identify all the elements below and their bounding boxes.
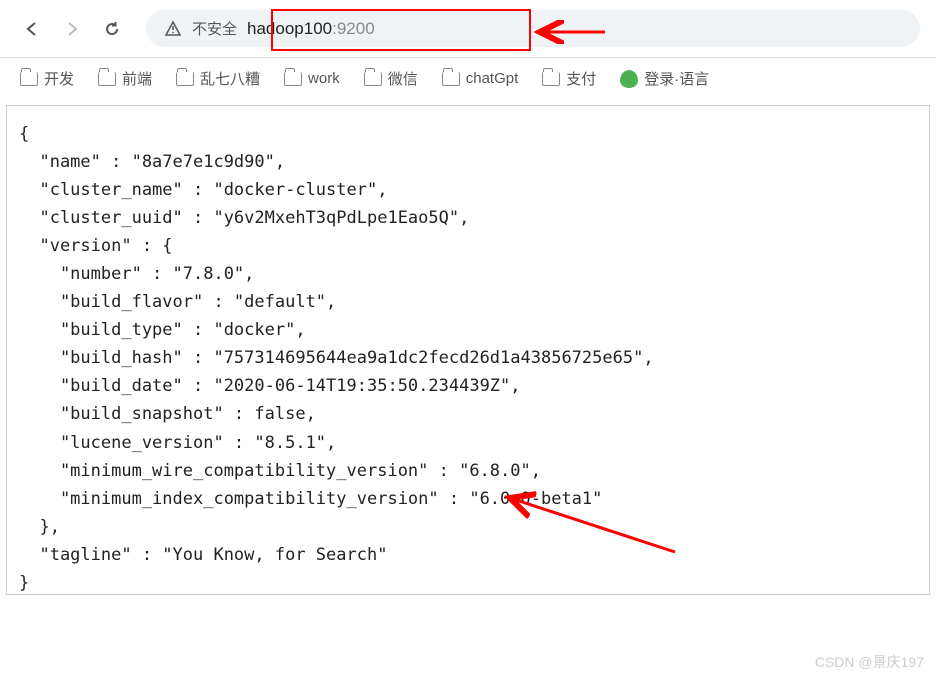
extension-icon [620, 70, 638, 88]
bookmark-label: 微信 [388, 68, 418, 89]
bookmark-frontend[interactable]: 前端 [98, 68, 152, 89]
json-response: { "name" : "8a7e7e1c9d90", "cluster_name… [19, 120, 917, 597]
watermark: CSDN @景庆197 [815, 652, 924, 672]
folder-icon [98, 72, 116, 86]
url-host: hadoop100 [247, 19, 332, 38]
bookmark-label: chatGpt [466, 70, 519, 87]
bookmark-work[interactable]: work [284, 70, 340, 87]
page-content: { "name" : "8a7e7e1c9d90", "cluster_name… [6, 105, 930, 595]
folder-icon [442, 72, 460, 86]
bookmark-label: 开发 [44, 68, 74, 89]
address-bar[interactable]: 不安全 hadoop100:9200 [146, 10, 920, 47]
bookmark-dev[interactable]: 开发 [20, 68, 74, 89]
bookmark-label: 登录·语言 [644, 68, 709, 89]
bookmark-chatgpt[interactable]: chatGpt [442, 70, 519, 87]
url-text: hadoop100:9200 [247, 19, 375, 39]
folder-icon [364, 72, 382, 86]
folder-icon [20, 72, 38, 86]
url-port: :9200 [332, 19, 375, 38]
bookmark-label: 支付 [566, 68, 596, 89]
bookmark-label: 乱七八糟 [200, 68, 260, 89]
warning-icon [164, 20, 182, 38]
bookmark-wechat[interactable]: 微信 [364, 68, 418, 89]
bookmark-extension[interactable]: 登录·语言 [620, 68, 709, 89]
bookmarks-bar: 开发 前端 乱七八糟 work 微信 chatGpt 支付 登录·语言 [0, 58, 936, 99]
bookmark-label: 前端 [122, 68, 152, 89]
bookmark-pay[interactable]: 支付 [542, 68, 596, 89]
folder-icon [542, 72, 560, 86]
not-secure-label: 不安全 [192, 18, 237, 39]
browser-toolbar: 不安全 hadoop100:9200 [0, 0, 936, 58]
bookmark-misc[interactable]: 乱七八糟 [176, 68, 260, 89]
folder-icon [284, 72, 302, 86]
back-button[interactable] [16, 13, 48, 45]
bookmark-label: work [308, 70, 340, 87]
folder-icon [176, 72, 194, 86]
forward-button[interactable] [56, 13, 88, 45]
reload-button[interactable] [96, 13, 128, 45]
